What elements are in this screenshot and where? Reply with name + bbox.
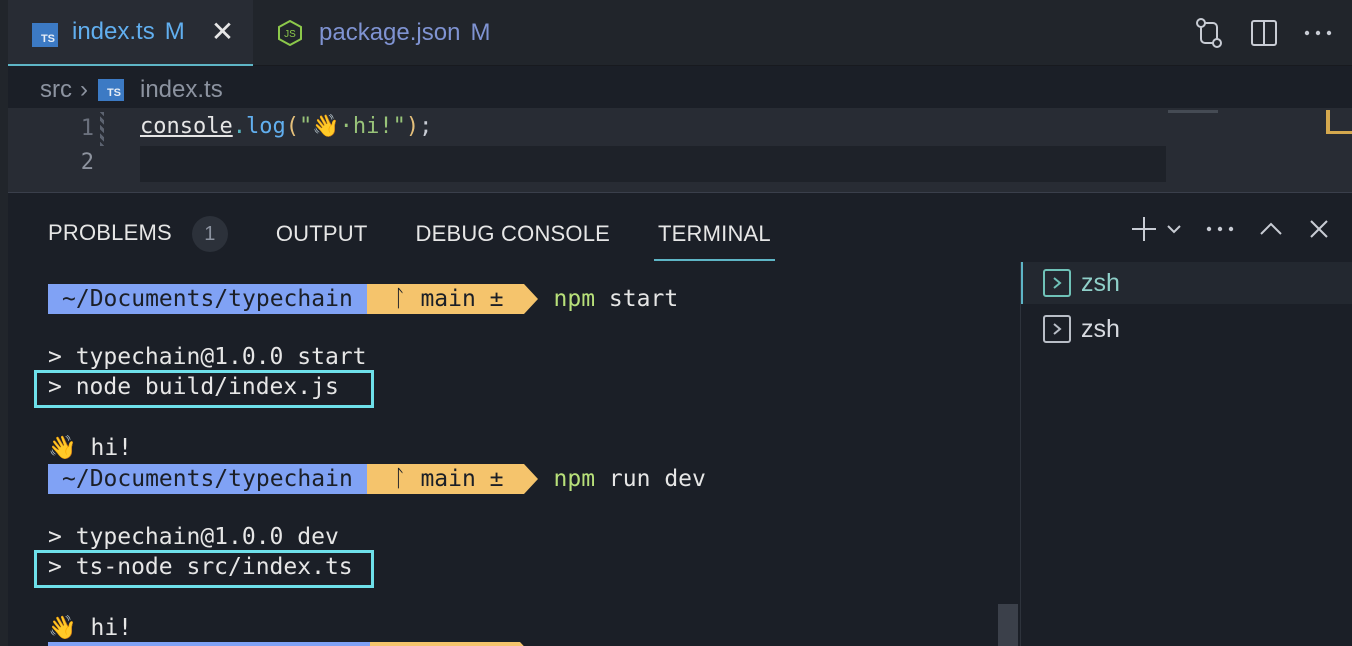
new-terminal-icon[interactable]	[1130, 215, 1158, 243]
modified-indicator: M	[164, 18, 185, 45]
terminal-label: zsh	[1081, 314, 1120, 343]
code-token: .	[232, 114, 246, 139]
tab-package-json[interactable]: JS package.json M	[253, 0, 513, 66]
chevron-right-icon: ›	[80, 76, 88, 103]
modified-indicator: M	[470, 19, 491, 46]
typed-command: npm start	[554, 286, 679, 312]
prompt-git-segment: ᛚ main ±	[366, 464, 538, 494]
chevron-down-icon[interactable]	[1166, 224, 1182, 234]
prompt-path-segment	[48, 642, 384, 646]
typed-command: npm run dev	[554, 466, 706, 492]
typescript-file-icon: TS	[32, 23, 58, 47]
code-token: console	[140, 114, 233, 139]
tab-index-ts[interactable]: TS index.ts M ✕	[8, 0, 253, 66]
nodejs-icon: JS	[278, 20, 302, 46]
code-token: (	[285, 114, 299, 139]
code-token: ;	[419, 114, 433, 139]
panel-tab-bar: PROBLEMS 1 OUTPUT DEBUG CONSOLE TERMINAL	[48, 211, 819, 261]
close-panel-icon[interactable]	[1308, 218, 1330, 240]
highlight-box	[34, 370, 374, 408]
overview-ruler-marker	[1326, 110, 1352, 134]
minimap[interactable]	[1168, 110, 1218, 113]
prompt-path-segment: ~/Documents/typechain	[48, 284, 381, 314]
editor-actions	[1194, 0, 1352, 66]
code-token: )	[405, 114, 420, 139]
activity-bar-edge	[0, 0, 8, 646]
breadcrumb: src › TS index.ts	[40, 74, 223, 106]
more-icon[interactable]	[1206, 225, 1234, 233]
command-binary: npm	[553, 286, 596, 312]
current-line-highlight	[140, 146, 1166, 182]
terminal-output-line: 👋 hi!	[48, 615, 133, 641]
command-binary: npm	[553, 466, 596, 492]
prompt-path-segment: ~/Documents/typechain	[48, 464, 381, 494]
prompt-git-segment	[370, 642, 534, 646]
breadcrumb-file[interactable]: index.ts	[140, 76, 223, 104]
terminal-list-item[interactable]: zsh	[1021, 262, 1352, 304]
highlight-box	[34, 550, 374, 588]
terminal-output-line: 👋 hi!	[48, 435, 133, 461]
terminal-view[interactable]: ~/Documents/typechain ᛚ main ± npm start…	[8, 262, 1018, 646]
terminal-list-item[interactable]: zsh	[1021, 308, 1352, 350]
terminal-scrollbar[interactable]	[998, 604, 1018, 646]
code-token: log	[245, 114, 286, 139]
command-args: start	[595, 286, 679, 312]
editor-tab-bar: TS index.ts M ✕ JS package.json M	[8, 0, 1352, 66]
source-control-icon[interactable]	[1194, 17, 1224, 49]
more-icon[interactable]	[1304, 29, 1332, 37]
prompt-git-segment: ᛚ main ±	[366, 284, 538, 314]
terminal-list: zsh zsh	[1020, 262, 1352, 646]
code-line-1: console.log("👋·hi!");	[140, 114, 432, 139]
line-number-gutter: 1 2	[8, 108, 140, 192]
code-token: "👋·hi!"	[298, 114, 406, 139]
shell-prompt: ~/Documents/typechain ᛚ main ± npm run d…	[48, 464, 706, 494]
tab-problems[interactable]: PROBLEMS 1	[48, 216, 228, 252]
terminal-label: zsh	[1081, 268, 1120, 297]
breadcrumb-folder[interactable]: src	[40, 76, 72, 104]
tab-label: index.ts	[72, 18, 155, 45]
split-editor-icon[interactable]	[1250, 19, 1278, 47]
shell-prompt: ~/Documents/typechain ᛚ main ± npm start	[48, 284, 678, 314]
code-editor[interactable]: 1 2 console.log("👋·hi!");	[8, 108, 1352, 192]
line-number: 2	[80, 150, 94, 175]
line-number: 1	[80, 116, 94, 141]
terminal-output-line: > typechain@1.0.0 start	[48, 344, 367, 370]
tab-output[interactable]: OUTPUT	[276, 221, 368, 247]
terminal-icon	[1043, 315, 1071, 343]
tab-label: package.json	[319, 19, 461, 46]
typescript-file-icon: TS	[98, 79, 124, 101]
problems-count-badge: 1	[191, 216, 228, 252]
command-args: run dev	[595, 466, 706, 492]
tab-debug-console[interactable]: DEBUG CONSOLE	[416, 221, 611, 247]
svg-text:JS: JS	[284, 29, 296, 40]
modified-line-indicator	[100, 112, 104, 146]
terminal-output-line: > typechain@1.0.0 dev	[48, 524, 339, 550]
maximize-panel-icon[interactable]	[1258, 221, 1284, 237]
shell-prompt-partial	[48, 642, 534, 646]
tab-terminal[interactable]: TERMINAL	[654, 221, 775, 261]
terminal-icon	[1043, 269, 1071, 297]
tab-label: PROBLEMS	[48, 219, 172, 245]
close-icon[interactable]: ✕	[211, 18, 234, 46]
panel-actions	[1130, 211, 1330, 247]
